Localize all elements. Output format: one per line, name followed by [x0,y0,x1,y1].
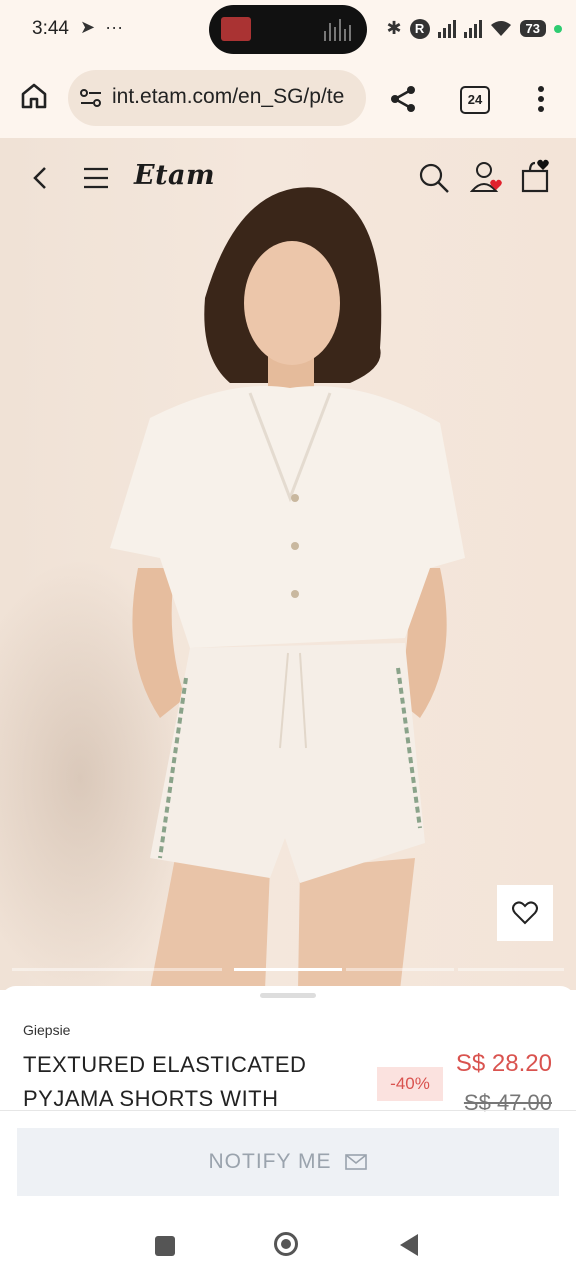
notify-me-label: NOTIFY ME [208,1150,332,1173]
notify-me-button[interactable]: NOTIFY ME [17,1128,559,1196]
wishlist-button[interactable] [497,885,553,941]
media-thumbnail [221,17,251,41]
recents-button[interactable] [155,1236,175,1256]
browser-toolbar: int.etam.com/en_SG/p/te 24 [0,62,576,138]
back-chevron-icon[interactable] [30,166,50,190]
discount-badge: -40% [377,1067,443,1101]
privacy-indicator-dot [554,24,562,33]
product-info-sheet[interactable]: Giepsie TEXTURED ELASTICATED PYJAMA SHOR… [0,986,576,1112]
site-header: Etam [0,138,576,218]
more-vert-icon[interactable] [532,84,550,114]
shopping-bag-icon[interactable] [520,158,552,194]
product-photo-model [110,187,465,990]
home-button[interactable] [274,1232,298,1256]
battery-indicator: 73 [519,20,546,37]
status-time: 3:44 [32,18,69,39]
more-notifications: ··· [105,17,124,37]
url-text[interactable]: int.etam.com/en_SG/p/te [112,85,344,109]
account-icon[interactable] [470,160,504,194]
address-bar[interactable]: int.etam.com/en_SG/p/te [68,70,366,126]
sale-price: S$ 28.20 [455,1050,552,1077]
bluetooth-icon: ✱ [386,18,402,38]
menu-icon[interactable] [83,167,109,189]
telegram-icon: ➤ [80,17,96,37]
product-title: TEXTURED ELASTICATED PYJAMA SHORTS WITH [23,1052,307,1111]
r-icon: R [409,18,430,39]
product-image-gallery[interactable]: Etam [0,138,576,990]
gallery-progress-segment [458,968,564,971]
wifi-icon [490,20,511,36]
gallery-progress-indicator [12,968,564,971]
dynamic-island[interactable] [209,5,367,54]
home-icon[interactable] [20,82,48,110]
etam-logo[interactable]: Etam [134,160,215,191]
divider [0,1110,576,1111]
status-system-icons: ✱ R 73 [386,18,562,39]
sheet-drag-handle[interactable] [260,993,316,998]
audio-visualizer-icon [324,19,351,41]
gallery-progress-segment [12,968,222,971]
site-settings-icon[interactable] [80,88,102,108]
product-collection: Giepsie [23,1022,71,1038]
system-navigation-bar [0,1212,576,1280]
share-icon[interactable] [388,84,418,114]
status-notification-icons: ➤ ··· [80,17,123,38]
heart-outline-icon [512,901,538,925]
mail-icon [345,1154,368,1170]
back-button[interactable] [400,1234,418,1256]
gallery-progress-segment [346,968,454,971]
original-price: S$ 47.00 [463,1090,552,1112]
tab-switcher-button[interactable]: 24 [460,86,490,114]
gallery-progress-active [234,968,342,971]
signal-icon-2 [463,19,482,38]
signal-icon [437,19,456,38]
search-icon[interactable] [418,162,450,194]
status-bar: 3:44 ➤ ··· ✱ R 73 [0,0,576,62]
